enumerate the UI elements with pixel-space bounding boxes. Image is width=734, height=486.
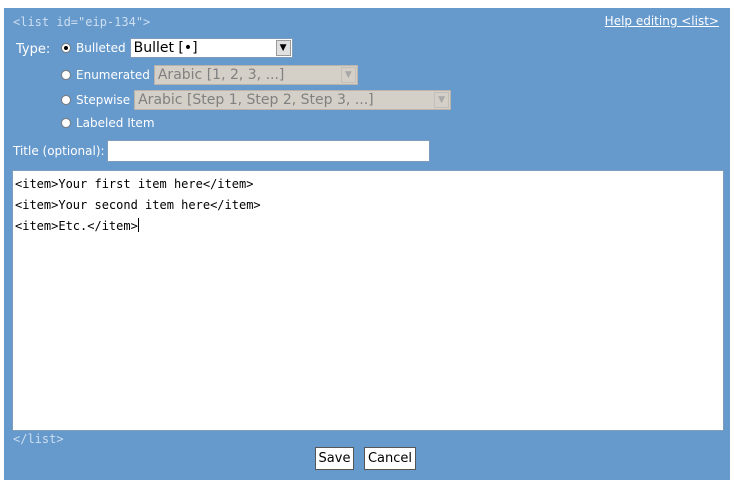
type-option-labeled-item: Labeled Item [61,116,159,130]
labeled-item-radio[interactable] [61,118,71,128]
type-option-enumerated: Enumerated Arabic [1, 2, 3, ...] ▼ [61,65,358,85]
enumeration-style-value: Arabic [1, 2, 3, ...] [157,67,285,83]
help-editing-link[interactable]: Help editing <list> [605,14,719,28]
chevron-down-icon: ▼ [340,67,356,83]
bulleted-label[interactable]: Bulleted [76,41,126,55]
save-button[interactable]: Save [315,447,354,470]
bulleted-radio[interactable] [61,43,71,53]
stepwise-radio[interactable] [61,95,71,105]
bullet-style-select[interactable]: Bullet [•] ▼ [129,38,293,58]
type-option-bulleted: Bulleted Bullet [•] ▼ [61,38,293,58]
enumerated-label[interactable]: Enumerated [76,68,150,82]
bullet-style-value: Bullet [•] [133,40,198,56]
editor-line: <item>Your first item here</item> [15,177,254,191]
stepwise-style-select: Arabic [Step 1, Step 2, Step 3, ...] ▼ [134,90,452,110]
list-editor-panel: <list id="eip-134"> Help editing <list> … [4,8,730,480]
enumeration-style-select: Arabic [1, 2, 3, ...] ▼ [153,65,358,85]
chevron-down-icon: ▼ [434,92,450,108]
labeled-item-label[interactable]: Labeled Item [76,116,155,130]
editor-line: <item>Your second item here</item> [15,198,261,212]
stepwise-label[interactable]: Stepwise [76,93,130,107]
open-tag-label: <list id="eip-134"> [13,15,151,29]
cancel-button[interactable]: Cancel [364,447,416,470]
chevron-down-icon[interactable]: ▼ [275,40,291,56]
stepwise-style-value: Arabic [Step 1, Step 2, Step 3, ...] [138,92,374,108]
enumerated-radio[interactable] [61,70,71,80]
type-option-stepwise: Stepwise Arabic [Step 1, Step 2, Step 3,… [61,90,452,110]
list-content-editor[interactable]: <item>Your first item here</item> <item>… [12,170,724,431]
title-input[interactable] [107,140,430,162]
text-cursor [137,218,139,232]
editor-line: <item>Etc.</item> [15,219,138,233]
type-label: Type: [16,42,51,57]
title-label: Title (optional): [13,144,105,158]
close-tag-label: </list> [13,432,64,446]
